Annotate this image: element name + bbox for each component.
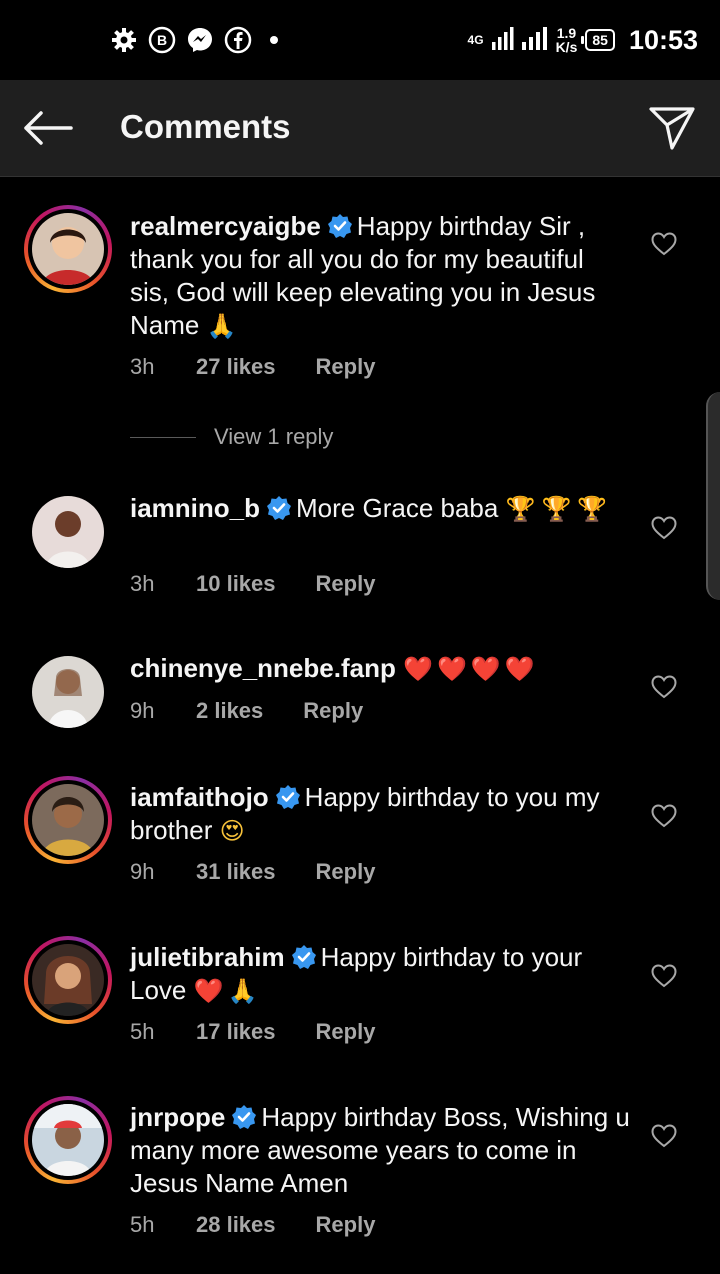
reply-button[interactable]: Reply [316, 859, 376, 885]
comment-meta: 9h 2 likes Reply [130, 698, 363, 724]
like-button[interactable] [648, 961, 680, 991]
facebook-icon [224, 26, 252, 54]
reply-button[interactable]: Reply [316, 571, 376, 597]
heart-eyes-emoji-icon: 😍 [219, 817, 245, 845]
avatar[interactable] [24, 488, 112, 576]
verified-badge-icon [291, 945, 316, 969]
reply-button[interactable]: Reply [303, 698, 363, 724]
comment-text: More Grace baba [296, 493, 499, 523]
likes-count[interactable]: 17 likes [196, 1019, 276, 1045]
heart-outline-icon [651, 516, 677, 540]
comment-username[interactable]: iamfaithojo [130, 782, 269, 812]
heart-outline-icon [651, 1124, 677, 1148]
share-button[interactable] [646, 102, 698, 154]
like-button[interactable] [648, 1121, 680, 1151]
verified-badge-icon [232, 1105, 257, 1129]
heart-and-pray-icon: ❤️🙏 [193, 977, 262, 1005]
comment-body: julietibrahim Happy birthday to your Love… [130, 941, 630, 1008]
send-icon [649, 107, 695, 150]
comment-username[interactable]: realmercyaigbe [130, 211, 321, 241]
heart-outline-icon [651, 675, 677, 699]
likes-count[interactable]: 2 likes [196, 698, 263, 724]
comment-username[interactable]: iamnino_b [130, 493, 260, 523]
comment-meta: 5h 28 likes Reply [130, 1212, 375, 1238]
comment-time: 5h [130, 1019, 155, 1044]
comment-username[interactable]: jnrpope [130, 1102, 225, 1132]
heart-outline-icon [651, 804, 677, 828]
comment-time: 3h [130, 354, 155, 379]
praying-hands-icon: 🙏 [206, 312, 237, 340]
business-icon: B [148, 26, 176, 54]
reply-button[interactable]: Reply [316, 354, 376, 380]
comment-time: 3h [130, 571, 155, 596]
trophy-icon: 🏆🏆🏆 [505, 495, 614, 523]
comment-meta: 3h 10 likes Reply [130, 571, 375, 597]
verified-badge-icon [327, 214, 352, 238]
page-title: Comments [120, 108, 291, 145]
dot-icon [270, 36, 278, 44]
signal-icon-2 [521, 26, 548, 55]
comment-username[interactable]: chinenye_nnebe.fanp [130, 653, 396, 683]
verified-badge-icon [275, 785, 300, 809]
comment-meta: 3h 27 likes Reply [130, 354, 375, 380]
likes-count[interactable]: 28 likes [196, 1212, 276, 1238]
view-replies-button[interactable]: View 1 reply [130, 424, 333, 450]
comment-body: realmercyaigbe Happy birthday Sir , thank… [130, 210, 630, 343]
status-time: 10:53 [628, 24, 698, 55]
heart-outline-icon [651, 232, 677, 256]
settings-icon [110, 26, 138, 54]
like-button[interactable] [648, 801, 680, 831]
back-button[interactable] [22, 104, 74, 152]
network-speed: 1.9 K/s [556, 26, 578, 54]
status-bar: B 4G 1.9 K/s 85 10:53 [0, 0, 720, 80]
comment-body: chinenye_nnebe.fanp ❤️❤️❤️❤️ [130, 652, 630, 686]
view-replies-label: View 1 reply [214, 424, 334, 449]
signal-icon-1 [491, 26, 514, 55]
reply-button[interactable]: Reply [316, 1212, 376, 1238]
battery-indicator: 85 [581, 29, 615, 51]
reply-button[interactable]: Reply [316, 1019, 376, 1045]
avatar[interactable] [24, 648, 112, 736]
top-app-bar: Comments [0, 80, 720, 177]
heart-outline-icon [651, 964, 677, 988]
comment-body: iamnino_b More Grace baba 🏆🏆🏆 [130, 492, 630, 526]
likes-count[interactable]: 10 likes [196, 571, 276, 597]
like-button[interactable] [648, 513, 680, 543]
comment-body: iamfaithojo Happy birthday to you my brot… [130, 781, 630, 848]
avatar[interactable] [24, 205, 112, 293]
comment-time: 9h [130, 859, 155, 884]
like-button[interactable] [648, 672, 680, 702]
comment-username[interactable]: julietibrahim [130, 942, 285, 972]
status-right: 4G 1.9 K/s 85 10:53 [468, 22, 698, 58]
comment-time: 5h [130, 1212, 155, 1237]
avatar[interactable] [24, 1096, 112, 1184]
comment-meta: 5h 17 likes Reply [130, 1019, 375, 1045]
comment-time: 9h [130, 698, 155, 723]
svg-text:B: B [157, 32, 167, 48]
avatar[interactable] [24, 936, 112, 1024]
speed-unit: K/s [555, 39, 578, 55]
like-button[interactable] [648, 229, 680, 259]
messenger-icon [186, 26, 214, 54]
likes-count[interactable]: 27 likes [196, 354, 276, 380]
red-heart-icon: ❤️❤️❤️❤️ [403, 655, 539, 683]
comment-meta: 9h 31 likes Reply [130, 859, 375, 885]
verified-badge-icon [267, 496, 292, 520]
avatar[interactable] [24, 776, 112, 864]
comment-body: jnrpope Happy birthday Boss, Wishing u ma… [130, 1101, 630, 1200]
speed-value: 1.9 [556, 25, 577, 41]
notification-icons: B [110, 24, 278, 56]
scroll-edge-handle[interactable] [706, 392, 720, 600]
likes-count[interactable]: 31 likes [196, 859, 276, 885]
network-type: 4G [467, 33, 484, 47]
divider-line [130, 436, 196, 438]
arrow-left-icon [24, 111, 73, 145]
